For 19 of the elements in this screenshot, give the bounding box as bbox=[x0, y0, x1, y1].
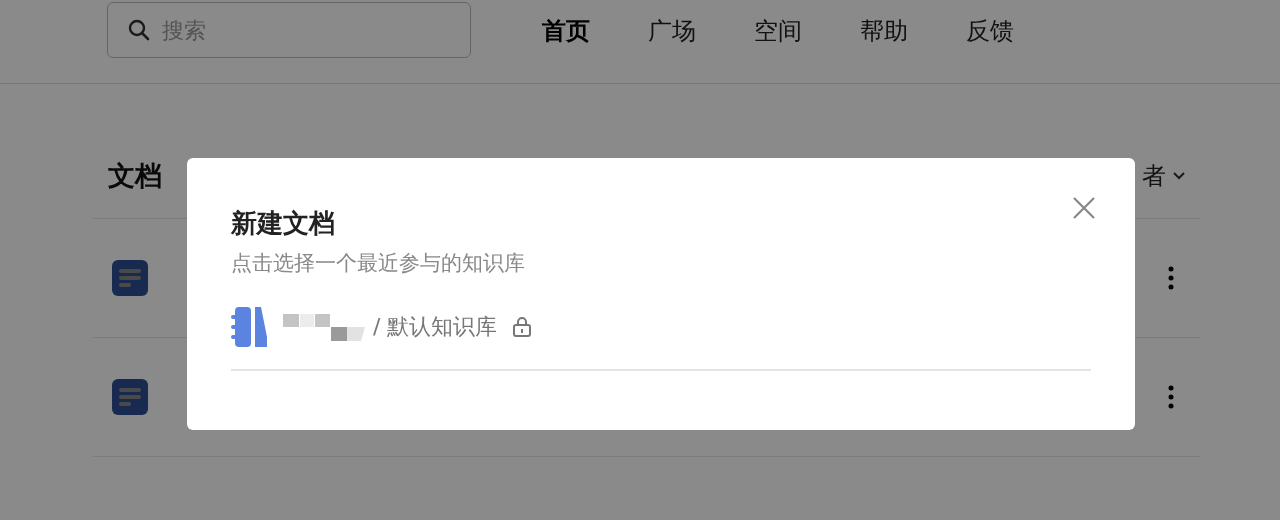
nav-link[interactable]: 广场 bbox=[648, 15, 696, 47]
repository-path: / 默认知识库 bbox=[373, 313, 498, 341]
document-icon bbox=[112, 260, 148, 296]
nav-link[interactable]: 首页 bbox=[542, 15, 590, 47]
nav-link[interactable]: 空间 bbox=[754, 15, 802, 47]
repository-item[interactable]: / 默认知识库 bbox=[231, 307, 1091, 371]
close-icon[interactable] bbox=[1072, 196, 1096, 220]
dialog-title: 新建文档 bbox=[231, 207, 336, 240]
tab[interactable]: 文档 bbox=[108, 158, 162, 194]
search-icon bbox=[127, 18, 151, 42]
more-icon[interactable] bbox=[1168, 385, 1174, 409]
more-icon[interactable] bbox=[1168, 266, 1174, 290]
chevron-icon bbox=[1172, 171, 1186, 181]
creator-filter[interactable]: 者 bbox=[1142, 160, 1200, 192]
nav-link[interactable]: 反馈 bbox=[966, 15, 1014, 47]
nav-link[interactable]: 帮助 bbox=[860, 15, 908, 47]
dialog-subtitle: 点击选择一个最近参与的知识库 bbox=[231, 250, 526, 277]
book-icon bbox=[231, 307, 267, 347]
document-icon bbox=[112, 379, 148, 415]
